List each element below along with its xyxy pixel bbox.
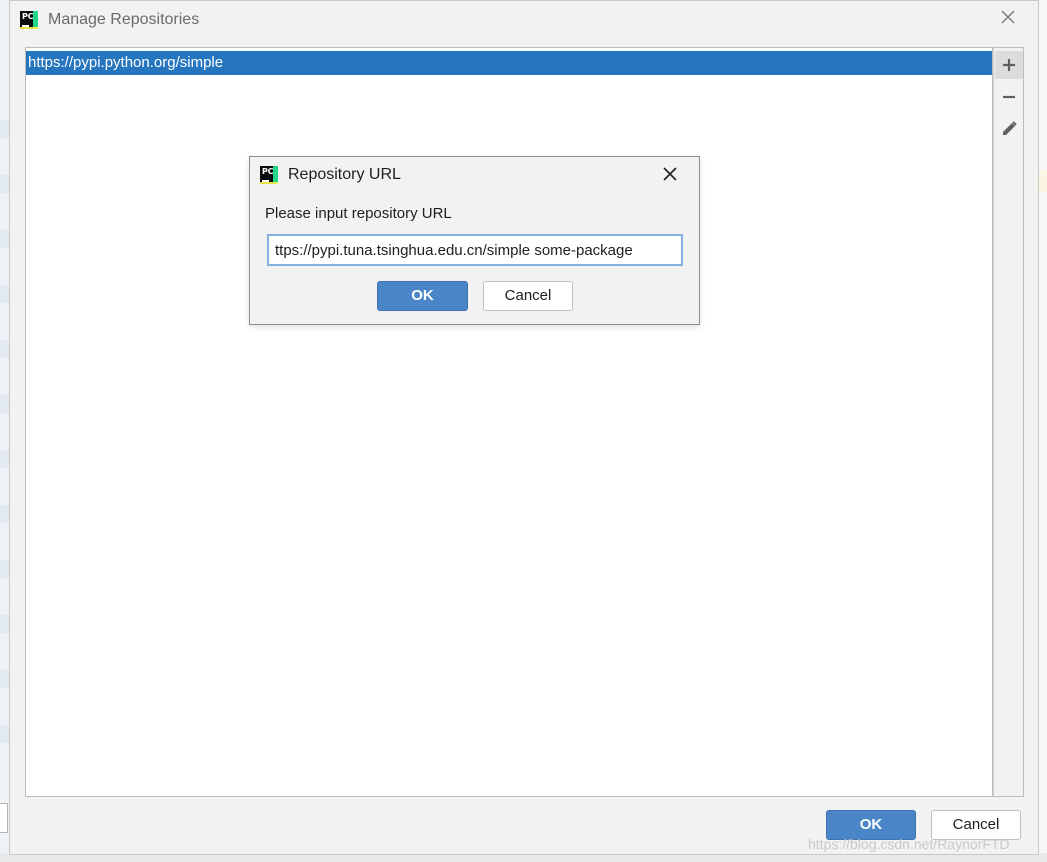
dialog-title: Manage Repositories xyxy=(48,11,200,28)
dialog-title: Repository URL xyxy=(288,166,401,183)
pycharm-icon: PC xyxy=(260,166,278,184)
pencil-icon[interactable] xyxy=(995,115,1023,143)
background-button-fragment xyxy=(0,803,8,833)
url-prompt-label: Please input repository URL xyxy=(265,205,452,222)
manage-repositories-dialog: PC Manage Repositories https://pypi.pyth… xyxy=(9,0,1039,855)
close-icon[interactable] xyxy=(998,9,1018,29)
repository-url-input[interactable] xyxy=(267,234,683,266)
watermark-text: https://blog.csdn.net/RaynorFTD xyxy=(808,836,1010,852)
plus-icon[interactable] xyxy=(995,51,1023,79)
background-window-right-edge xyxy=(1039,0,1047,862)
ok-button[interactable]: OK xyxy=(377,281,468,311)
repository-toolbar xyxy=(993,47,1024,797)
list-item[interactable]: https://pypi.python.org/simple xyxy=(26,51,992,75)
close-icon[interactable] xyxy=(659,164,681,186)
dialog-titlebar: PC Manage Repositories xyxy=(10,1,1038,39)
minus-icon[interactable] xyxy=(995,83,1023,111)
pycharm-icon: PC xyxy=(20,11,38,29)
repository-url-dialog: PC Repository URL Please input repositor… xyxy=(249,156,700,325)
cancel-button[interactable]: Cancel xyxy=(483,281,573,311)
